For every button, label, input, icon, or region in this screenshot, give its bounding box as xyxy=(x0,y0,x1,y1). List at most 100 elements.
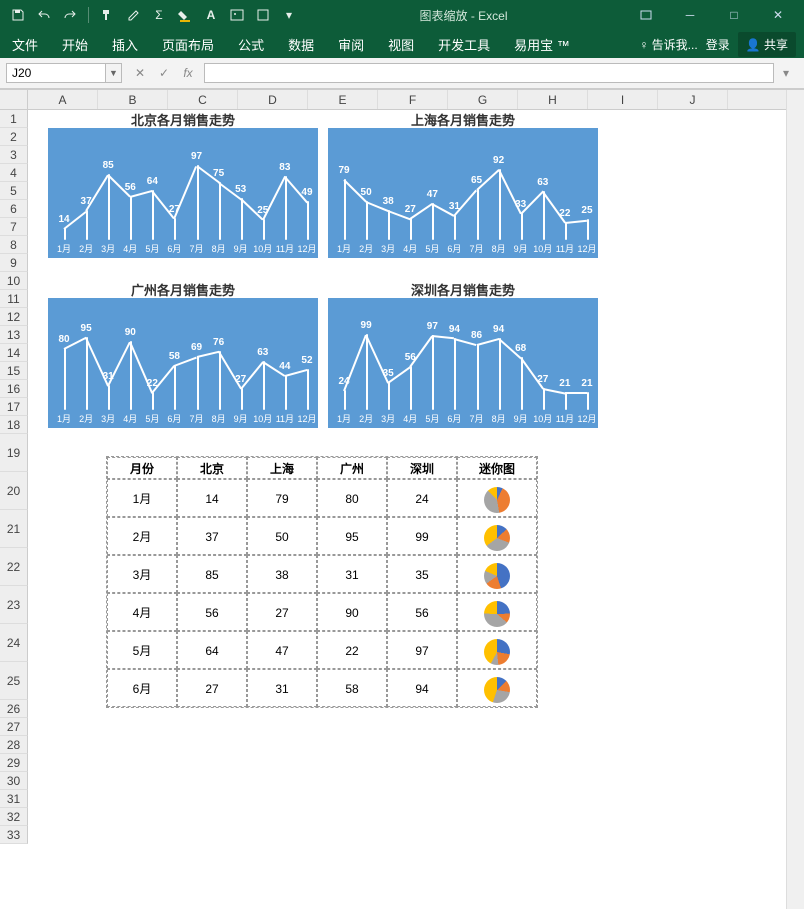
row-header[interactable]: 25 xyxy=(0,662,28,700)
row-header[interactable]: 14 xyxy=(0,344,28,362)
sparkline-cell[interactable]: 北上广深 xyxy=(457,479,537,517)
row-header[interactable]: 26 xyxy=(0,700,28,718)
spreadsheet[interactable]: ABCDEFGHIJ 12345678910111213141516171819… xyxy=(0,89,804,909)
table-cell[interactable]: 56 xyxy=(177,593,247,631)
table-cell[interactable]: 31 xyxy=(247,669,317,707)
table-cell[interactable]: 79 xyxy=(247,479,317,517)
formula-input[interactable] xyxy=(204,63,774,83)
table-cell[interactable]: 24 xyxy=(387,479,457,517)
table-cell[interactable]: 58 xyxy=(317,669,387,707)
brush-icon[interactable] xyxy=(123,5,143,25)
table-cell[interactable]: 38 xyxy=(247,555,317,593)
row-header[interactable]: 8 xyxy=(0,236,28,254)
col-header[interactable]: F xyxy=(378,90,448,109)
font-color-icon[interactable]: A xyxy=(201,5,221,25)
sparkline-cell[interactable]: 北上广深 xyxy=(457,555,537,593)
row-header[interactable]: 11 xyxy=(0,290,28,308)
row-header[interactable]: 33 xyxy=(0,826,28,844)
row-header[interactable]: 18 xyxy=(0,416,28,434)
save-icon[interactable] xyxy=(8,5,28,25)
tab-插入[interactable]: 插入 xyxy=(100,30,150,58)
table-cell[interactable]: 31 xyxy=(317,555,387,593)
format-painter-icon[interactable] xyxy=(97,5,117,25)
tab-数据[interactable]: 数据 xyxy=(276,30,326,58)
chart-3[interactable]: 深圳各月销售走势241月992月353月564月975月946月867月948月… xyxy=(328,298,598,428)
row-header[interactable]: 16 xyxy=(0,380,28,398)
tab-开始[interactable]: 开始 xyxy=(50,30,100,58)
table-cell[interactable]: 27 xyxy=(177,669,247,707)
col-header[interactable]: D xyxy=(238,90,308,109)
tab-审阅[interactable]: 审阅 xyxy=(326,30,376,58)
row-header[interactable]: 29 xyxy=(0,754,28,772)
chart-0[interactable]: 北京各月销售走势141月372月853月564月645月276月977月758月… xyxy=(48,128,318,258)
row-header[interactable]: 4 xyxy=(0,164,28,182)
tab-开发工具[interactable]: 开发工具 xyxy=(426,30,502,58)
col-header[interactable]: E xyxy=(308,90,378,109)
table-cell[interactable]: 80 xyxy=(317,479,387,517)
chart-2[interactable]: 广州各月销售走势801月952月313月904月225月586月697月768月… xyxy=(48,298,318,428)
undo-icon[interactable] xyxy=(34,5,54,25)
table-cell[interactable]: 4月 xyxy=(107,593,177,631)
picture-icon[interactable] xyxy=(227,5,247,25)
row-header[interactable]: 28 xyxy=(0,736,28,754)
row-header[interactable]: 13 xyxy=(0,326,28,344)
minimize-icon[interactable]: ─ xyxy=(670,1,710,29)
col-header[interactable]: A xyxy=(28,90,98,109)
table-cell[interactable]: 22 xyxy=(317,631,387,669)
redo-icon[interactable] xyxy=(60,5,80,25)
row-header[interactable]: 17 xyxy=(0,398,28,416)
table-cell[interactable]: 95 xyxy=(317,517,387,555)
col-header[interactable]: H xyxy=(518,90,588,109)
table-cell[interactable]: 90 xyxy=(317,593,387,631)
tab-易用宝 ™[interactable]: 易用宝 ™ xyxy=(502,30,582,58)
col-header[interactable]: B xyxy=(98,90,168,109)
name-box-dropdown-icon[interactable]: ▼ xyxy=(106,63,122,83)
row-header[interactable]: 3 xyxy=(0,146,28,164)
table-cell[interactable]: 50 xyxy=(247,517,317,555)
row-header[interactable]: 24 xyxy=(0,624,28,662)
customize-qat-icon[interactable]: ▾ xyxy=(279,5,299,25)
tab-文件[interactable]: 文件 xyxy=(0,30,50,58)
table-cell[interactable]: 1月 xyxy=(107,479,177,517)
table-cell[interactable]: 64 xyxy=(177,631,247,669)
row-header[interactable]: 21 xyxy=(0,510,28,548)
row-header[interactable]: 20 xyxy=(0,472,28,510)
row-header[interactable]: 10 xyxy=(0,272,28,290)
row-header[interactable]: 19 xyxy=(0,434,28,472)
tab-页面布局[interactable]: 页面布局 xyxy=(150,30,226,58)
col-header[interactable]: J xyxy=(658,90,728,109)
row-header[interactable]: 23 xyxy=(0,586,28,624)
table-cell[interactable]: 99 xyxy=(387,517,457,555)
row-header[interactable]: 12 xyxy=(0,308,28,326)
share-button[interactable]: 👤 共享 xyxy=(738,32,796,57)
sparkline-cell[interactable]: 北上广深 xyxy=(457,517,537,555)
col-header[interactable]: I xyxy=(588,90,658,109)
sparkline-cell[interactable]: 北上广深 xyxy=(457,631,537,669)
table-cell[interactable]: 14 xyxy=(177,479,247,517)
table-cell[interactable]: 56 xyxy=(387,593,457,631)
cancel-formula-icon[interactable]: ✕ xyxy=(128,63,152,83)
row-header[interactable]: 1 xyxy=(0,110,28,128)
table-cell[interactable]: 27 xyxy=(247,593,317,631)
table-cell[interactable]: 47 xyxy=(247,631,317,669)
row-header[interactable]: 32 xyxy=(0,808,28,826)
col-header[interactable]: G xyxy=(448,90,518,109)
table-cell[interactable]: 97 xyxy=(387,631,457,669)
row-header[interactable]: 27 xyxy=(0,718,28,736)
row-header[interactable]: 9 xyxy=(0,254,28,272)
maximize-icon[interactable]: □ xyxy=(714,1,754,29)
table-cell[interactable]: 6月 xyxy=(107,669,177,707)
row-header[interactable]: 22 xyxy=(0,548,28,586)
select-all-corner[interactable] xyxy=(0,90,28,109)
row-header[interactable]: 6 xyxy=(0,200,28,218)
row-header[interactable]: 7 xyxy=(0,218,28,236)
row-header[interactable]: 31 xyxy=(0,790,28,808)
tab-公式[interactable]: 公式 xyxy=(226,30,276,58)
vertical-scrollbar[interactable] xyxy=(786,90,804,909)
sum-icon[interactable]: Σ xyxy=(149,5,169,25)
close-icon[interactable]: ✕ xyxy=(758,1,798,29)
table-cell[interactable]: 2月 xyxy=(107,517,177,555)
row-header[interactable]: 2 xyxy=(0,128,28,146)
table-cell[interactable]: 5月 xyxy=(107,631,177,669)
login-button[interactable]: 登录 xyxy=(706,36,730,53)
